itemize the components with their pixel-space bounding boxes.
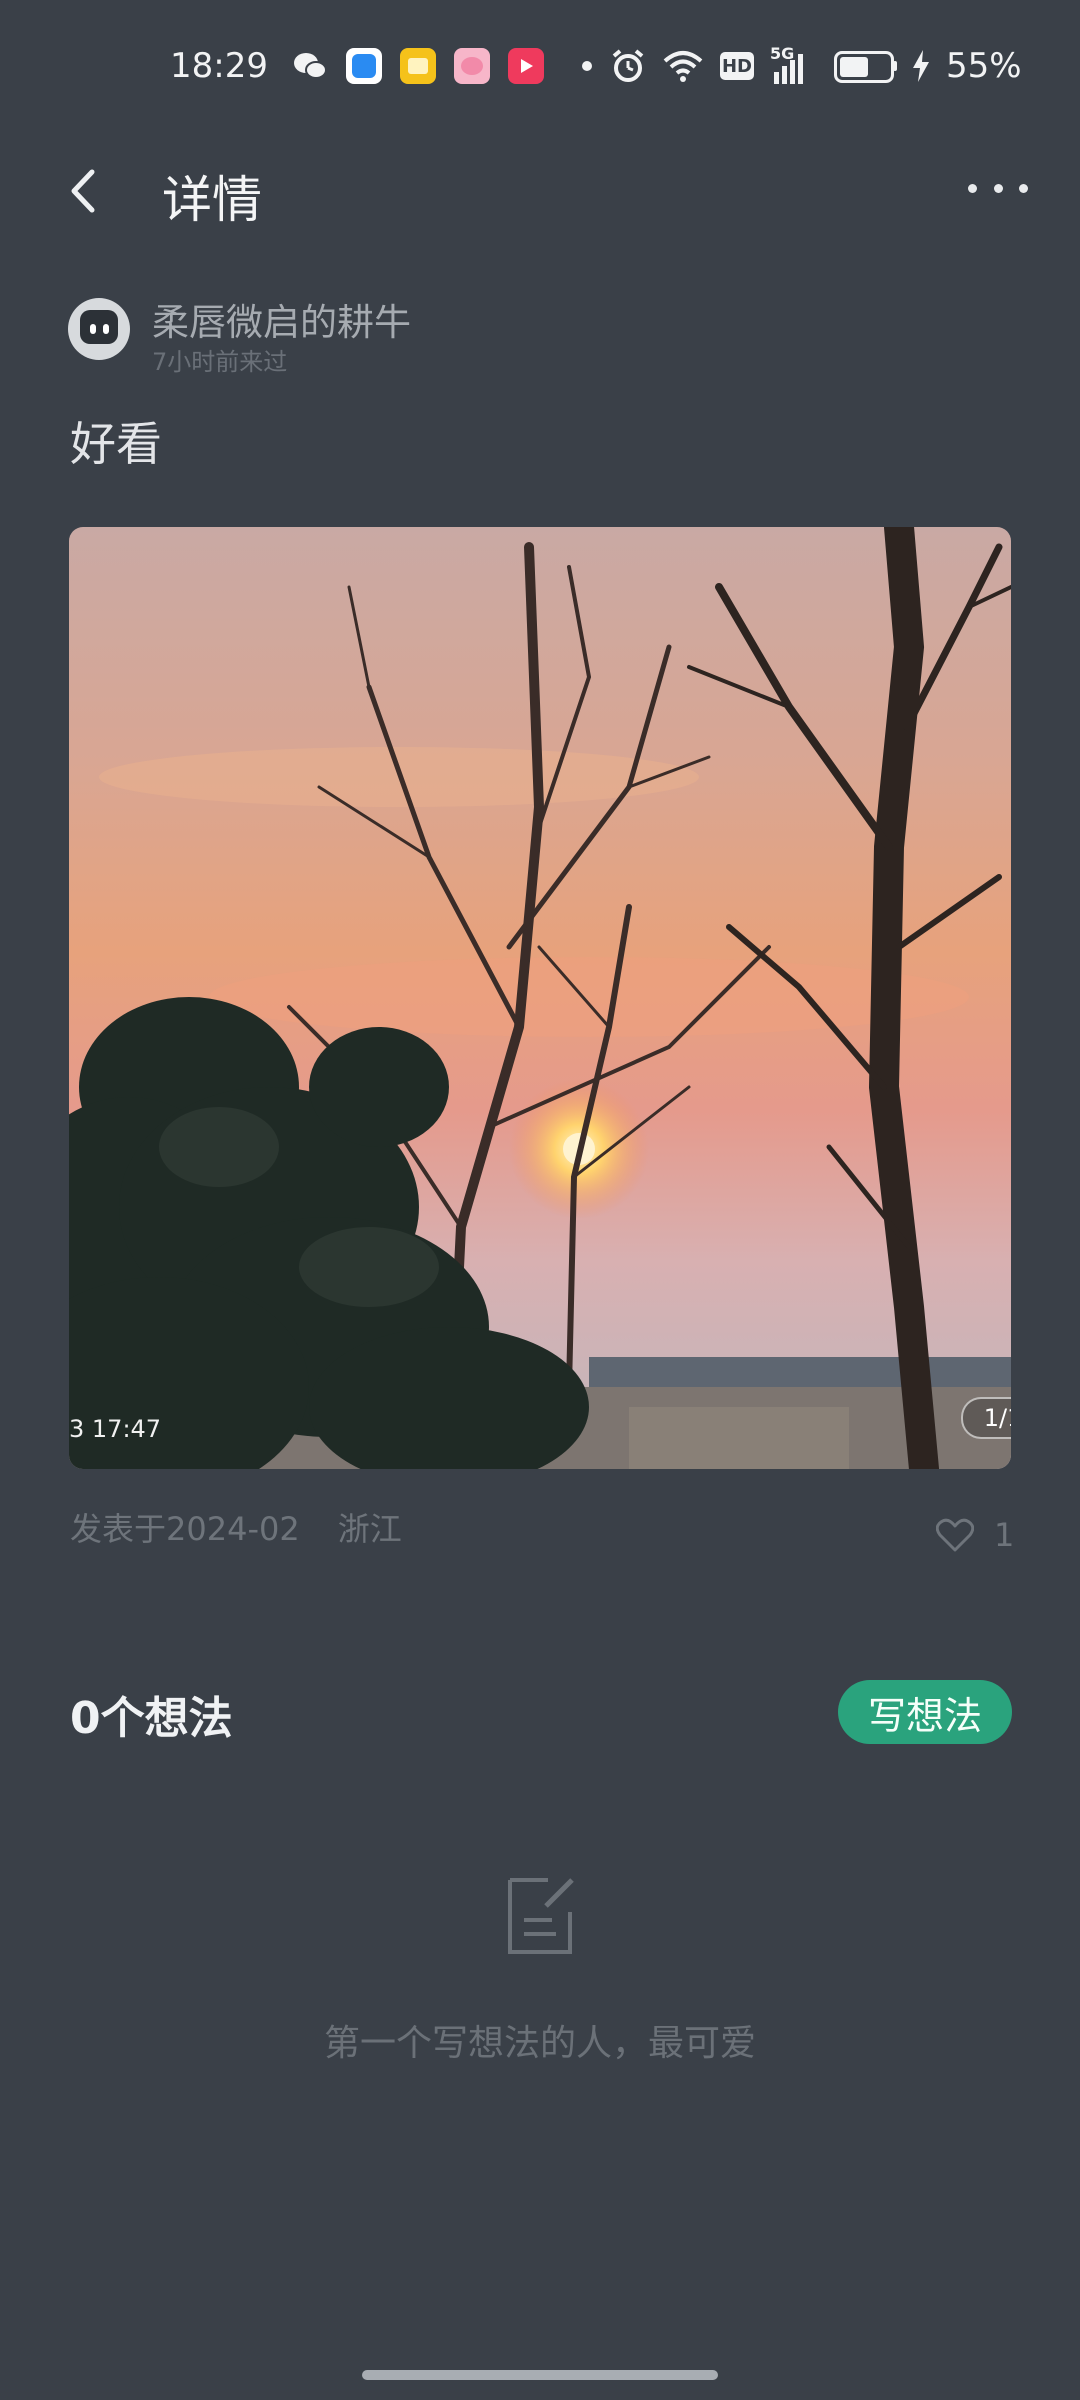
post-text: 好看 [70,417,162,471]
heart-icon[interactable] [936,1518,974,1552]
sunset-trees-photo [69,527,1011,1469]
battery-percent: 55% [946,46,1022,86]
post-location: 浙江 [337,1510,402,1548]
write-thought-button[interactable]: 写想法 [838,1680,1012,1744]
notification-app-icons [292,48,592,84]
video-play-icon [508,48,544,84]
photo-counter: 1/1 [961,1397,1011,1439]
more-dots-icon[interactable] [968,168,1028,208]
post-author[interactable]: 柔唇微启的耕牛 7小时前来过 [68,292,968,376]
detail-screen: 18:29 HD 5G 55% 详情 柔唇微启的耕牛 7小时前来过 好看 3 1… [0,0,1080,2400]
like-count: 1 [994,1516,1015,1554]
hd-icon: HD [720,52,754,80]
page-title: 详情 [162,171,262,229]
photo-timestamp: 3 17:47 [69,1415,162,1443]
app-blue-icon [346,48,382,84]
home-indicator[interactable] [362,2370,718,2380]
notification-dot [582,61,592,71]
status-time: 18:29 [170,46,268,86]
back-arrow-icon[interactable] [60,166,110,216]
empty-comments-text: 第一个写想法的人，最可爱 [323,2023,756,2064]
system-status-icons: HD 5G 55% [610,44,1022,86]
status-bar: 18:29 HD 5G 55% [0,0,1080,140]
charging-icon [913,50,929,82]
comments-count: 0个想法 [70,1693,233,1744]
like-button[interactable]: 1 [936,1516,1014,1554]
wifi-icon [663,51,703,82]
app-pig-icon [454,48,490,84]
avatar[interactable] [68,298,130,360]
signal-5g-icon: 5G [770,44,806,84]
top-nav-bar: 详情 [0,140,1080,240]
author-last-seen: 7小时前来过 [152,348,288,376]
app-yellow-icon [400,48,436,84]
post-meta: 发表于2024-02 浙江 [70,1504,402,1550]
alarm-icon [612,49,644,82]
publish-date: 发表于2024-02 [70,1510,300,1548]
note-edit-icon [508,1878,574,1954]
battery-icon [834,51,897,83]
post-photo[interactable]: 3 17:47 1/1 [69,527,1011,1469]
author-name[interactable]: 柔唇微启的耕牛 [152,292,411,346]
wechat-icon [292,48,328,84]
